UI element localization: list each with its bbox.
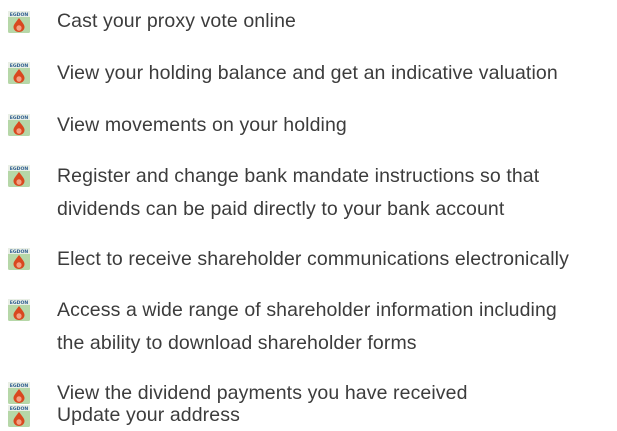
egdon-logo-icon: EGDON (8, 382, 30, 404)
svg-text:EGDON: EGDON (10, 115, 29, 121)
egdon-logo-icon: EGDON (8, 114, 30, 136)
svg-text:EGDON: EGDON (10, 166, 29, 172)
list-item-text: View your holding balance and get an ind… (57, 62, 558, 84)
egdon-logo-icon: EGDON (8, 165, 30, 187)
egdon-logo-icon: EGDON (8, 405, 30, 427)
list-item-text: Cast your proxy vote online (57, 10, 296, 32)
list-item-text: Register and change bank mandate instruc… (57, 165, 540, 187)
list-item-text: Access a wide range of shareholder infor… (57, 299, 557, 321)
list-item-text: the ability to download shareholder form… (57, 332, 417, 354)
svg-text:EGDON: EGDON (10, 383, 29, 389)
list-item-text: View movements on your holding (57, 114, 347, 136)
svg-text:EGDON: EGDON (10, 63, 29, 69)
svg-text:EGDON: EGDON (10, 406, 29, 412)
list-item-text: Elect to receive shareholder communicati… (57, 248, 569, 270)
egdon-logo-icon: EGDON (8, 11, 30, 33)
svg-text:EGDON: EGDON (10, 300, 29, 306)
egdon-logo-icon: EGDON (8, 248, 30, 270)
egdon-logo-icon: EGDON (8, 299, 30, 321)
list-item-text: dividends can be paid directly to your b… (57, 198, 505, 220)
svg-text:EGDON: EGDON (10, 12, 29, 18)
svg-text:EGDON: EGDON (10, 249, 29, 255)
egdon-logo-icon: EGDON (8, 62, 30, 84)
list-item-text: Update your address (57, 404, 240, 426)
